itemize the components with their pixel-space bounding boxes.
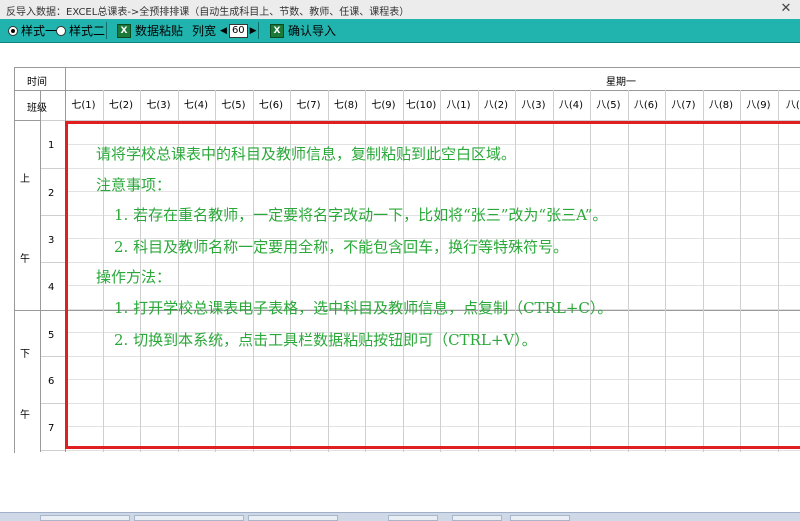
paste-area[interactable] (65, 121, 800, 449)
class-column-header: 七(4) (178, 96, 215, 111)
style2-label: 样式二 (69, 22, 105, 39)
style2-radio[interactable]: 样式二 (56, 19, 105, 42)
radio-selected-icon (8, 26, 18, 36)
title-bar: 反导入数据：EXCEL总课表->全预排排课（自动生成科目上、节数、教师、任课、课… (0, 0, 800, 20)
taskbar-button[interactable] (40, 515, 130, 521)
class-column-header: 八(6) (628, 96, 665, 111)
period-number: 4 (48, 282, 54, 293)
style1-label: 样式一 (21, 22, 57, 39)
excel-icon: X (270, 24, 284, 38)
instruction-line: 2. 科目及教师名称一定要用全称，不能包含回车，换行等特殊符号。 (114, 236, 568, 257)
period-number: 6 (48, 376, 54, 387)
toolbar-separator (258, 22, 259, 39)
window-title: 反导入数据：EXCEL总课表->全预排排课（自动生成科目上、节数、教师、任课、课… (6, 3, 409, 18)
class-column-header: 七(9) (365, 96, 402, 111)
confirm-import-button[interactable]: X 确认导入 (270, 19, 336, 42)
instruction-line: 注意事项： (96, 174, 171, 195)
instruction-line: 请将学校总课表中的科目及教师信息，复制粘贴到此空白区域。 (96, 143, 516, 164)
taskbar-button[interactable] (248, 515, 338, 521)
instruction-line: 1. 若存在重名教师，一定要将名字改动一下，比如将“张三”改为“张三A”。 (114, 204, 607, 225)
day-header: 星期一 (606, 73, 636, 88)
column-width-control: 列宽 ◀ 60 ▶ (192, 19, 257, 42)
morning-label-top: 上 (20, 170, 30, 185)
class-column-header: 八(1 (778, 96, 800, 111)
morning-label-bottom: 午 (20, 250, 30, 265)
afternoon-label-bottom: 午 (20, 406, 30, 421)
class-column-header: 八(8) (703, 96, 740, 111)
style1-radio[interactable]: 样式一 (8, 19, 57, 42)
toolbar: 样式一 样式二 X 数据粘贴 列宽 ◀ 60 ▶ X 确认导入 (0, 19, 800, 43)
class-column-header: 八(4) (553, 96, 590, 111)
close-icon[interactable]: ✕ (778, 1, 794, 17)
time-header: 时间 (27, 73, 47, 88)
instruction-line: 1. 打开学校总课表电子表格，选中科目及教师信息，点复制（CTRL+C）。 (114, 297, 612, 318)
class-column-header: 七(1) (65, 96, 102, 111)
instruction-line: 2. 切换到本系统，点击工具栏数据粘贴按钮即可（CTRL+V）。 (114, 329, 537, 350)
taskbar-button[interactable] (388, 515, 438, 521)
increase-arrow-icon[interactable]: ▶ (250, 26, 257, 36)
taskbar-button[interactable] (510, 515, 570, 521)
class-column-header: 七(10) (403, 96, 440, 111)
toolbar-separator (106, 22, 107, 39)
taskbar-button[interactable] (134, 515, 244, 521)
class-column-header: 八(2) (478, 96, 515, 111)
instruction-line: 操作方法： (96, 266, 171, 287)
taskbar-button[interactable] (452, 515, 502, 521)
class-column-header: 七(5) (215, 96, 252, 111)
colwidth-label: 列宽 (192, 22, 216, 39)
period-number: 2 (48, 188, 54, 199)
paste-label: 数据粘贴 (135, 22, 183, 39)
header-divider-line (14, 90, 800, 91)
class-header: 班级 (27, 99, 47, 114)
paste-button[interactable]: X 数据粘贴 (117, 19, 183, 42)
class-column-header: 八(3) (515, 96, 552, 111)
class-column-header: 八(9) (740, 96, 777, 111)
period-number: 1 (48, 140, 54, 151)
class-column-header: 八(1) (440, 96, 477, 111)
class-column-header: 七(2) (103, 96, 140, 111)
class-column-header: 七(7) (290, 96, 327, 111)
period-number: 7 (48, 423, 54, 434)
class-column-header: 八(7) (665, 96, 702, 111)
confirm-label: 确认导入 (288, 22, 336, 39)
class-column-header: 七(6) (253, 96, 290, 111)
excel-icon: X (117, 24, 131, 38)
grid-col-line (40, 90, 41, 452)
class-column-header: 七(8) (328, 96, 365, 111)
colwidth-value[interactable]: 60 (229, 24, 248, 38)
period-number: 3 (48, 235, 54, 246)
afternoon-label-top: 下 (20, 345, 30, 360)
decrease-arrow-icon[interactable]: ◀ (220, 26, 227, 36)
class-column-header: 八(5) (590, 96, 627, 111)
radio-unselected-icon (56, 26, 66, 36)
grid-subrow-line (65, 450, 800, 451)
period-number: 5 (48, 330, 54, 341)
class-column-header: 七(3) (140, 96, 177, 111)
